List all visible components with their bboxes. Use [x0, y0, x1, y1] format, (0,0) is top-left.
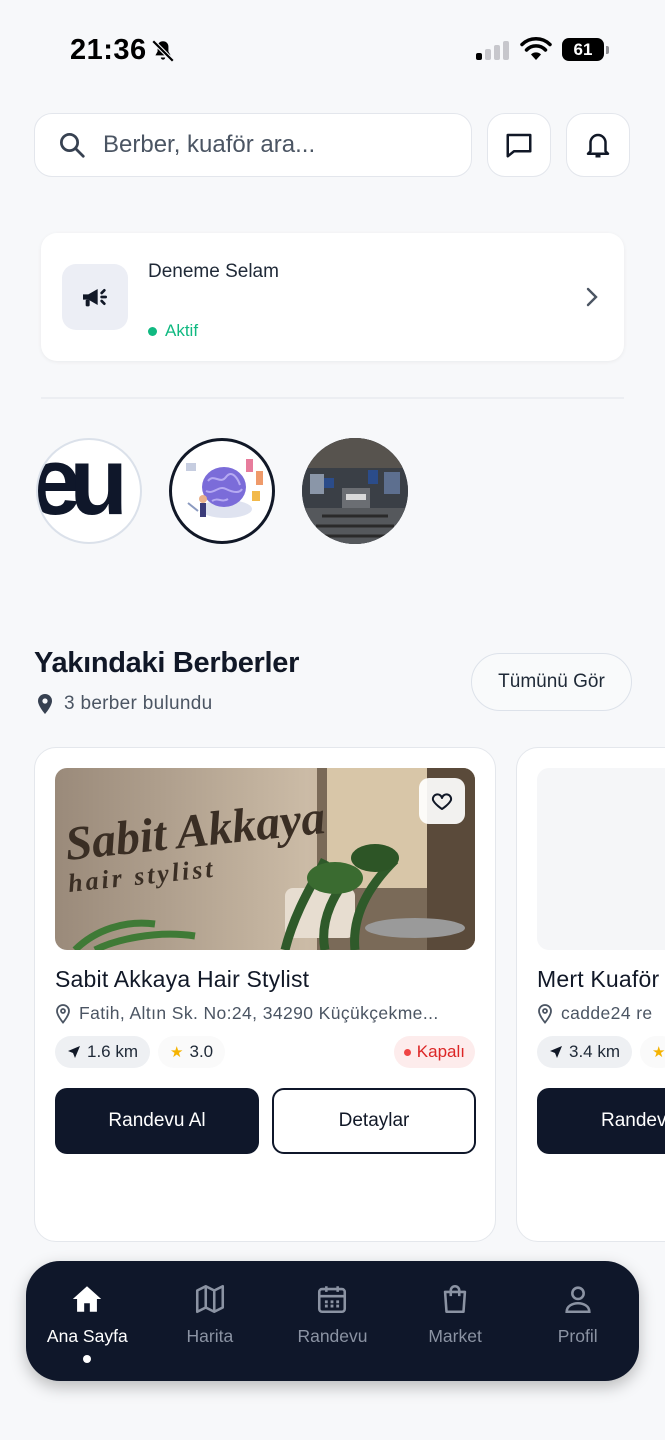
- nav-appointments[interactable]: Randevu: [271, 1261, 394, 1381]
- chat-icon: [506, 133, 532, 158]
- distance-chip: 3.4 km: [537, 1036, 633, 1068]
- notifications-button[interactable]: [566, 113, 630, 177]
- barber-photo: Sabit Akkaya hair stylist: [55, 768, 475, 950]
- nav-label: Market: [428, 1326, 482, 1346]
- user-icon: [565, 1286, 591, 1314]
- star-icon: ★: [652, 1044, 665, 1061]
- see-all-button[interactable]: Tümünü Gör: [471, 653, 632, 711]
- distance-chip: 1.6 km: [55, 1036, 151, 1068]
- search-input[interactable]: [103, 131, 433, 159]
- barber-card[interactable]: Mert Kuaför cadde24 re 3.4 km ★ Randevu: [516, 747, 665, 1242]
- svg-text:eu: eu: [38, 440, 122, 535]
- result-count: 3 berber bulundu: [64, 693, 213, 714]
- barber-address: cadde24 re: [537, 1003, 653, 1024]
- nav-label: Randevu: [297, 1326, 368, 1346]
- barber-photo-placeholder: [537, 768, 665, 950]
- status-badge: Kapalı: [393, 1036, 475, 1068]
- bell-icon: [586, 133, 610, 158]
- navigation-arrow-icon: [550, 1046, 562, 1058]
- status-text: Kapalı: [416, 1042, 465, 1061]
- star-icon: ★: [170, 1044, 184, 1061]
- barber-name: Sabit Akkaya Hair Stylist: [55, 966, 310, 992]
- barber-meta: 3.4 km ★: [537, 1036, 665, 1068]
- divider: [41, 397, 624, 399]
- location-outline-icon: [538, 1003, 552, 1024]
- nav-home[interactable]: Ana Sayfa: [26, 1261, 149, 1381]
- barber-name: Mert Kuaför: [537, 966, 660, 992]
- status-label: Aktif: [165, 321, 199, 340]
- address-text: Fatih, Altın Sk. No:24, 34290 Küçükçekme…: [79, 1003, 439, 1023]
- nav-profile[interactable]: Profil: [516, 1261, 639, 1381]
- story-avatar[interactable]: [169, 438, 275, 544]
- eu-logo: eu: [38, 440, 134, 535]
- rating-chip: ★: [640, 1036, 665, 1068]
- favorite-button[interactable]: [419, 778, 465, 824]
- announcement-title: Deneme Selam: [148, 261, 279, 282]
- nav-map[interactable]: Harita: [149, 1261, 272, 1381]
- map-icon: [195, 1284, 224, 1314]
- nav-market[interactable]: Market: [394, 1261, 517, 1381]
- bell-off-icon: [151, 39, 175, 63]
- calendar-icon: [318, 1286, 347, 1314]
- home-screen: 21:36 61 Berber, kuaför ara... Deneme Se…: [0, 0, 665, 1440]
- wifi-icon: [520, 37, 552, 60]
- location-pin-icon: [38, 694, 52, 714]
- search-box[interactable]: [34, 113, 472, 177]
- story-avatar[interactable]: eu: [36, 438, 142, 544]
- nav-label: Ana Sayfa: [46, 1326, 128, 1346]
- battery-indicator: 61: [562, 38, 609, 61]
- distance-value: 3.4 km: [569, 1042, 621, 1061]
- book-appointment-button[interactable]: Randevu: [537, 1088, 665, 1154]
- heart-icon: [431, 793, 453, 810]
- barber-address: Fatih, Altın Sk. No:24, 34290 Küçükçekme…: [55, 1003, 439, 1024]
- chevron-right-icon: [586, 287, 598, 307]
- mall-photo: [302, 438, 408, 544]
- rating-chip: ★ 3.0: [158, 1036, 226, 1068]
- messages-button[interactable]: [487, 113, 551, 177]
- rating-value: 3.0: [189, 1042, 214, 1061]
- status-dot: [403, 1048, 411, 1056]
- home-indicator-area: [0, 1400, 665, 1440]
- status-bar: 21:36 61: [0, 0, 665, 100]
- search-icon: [60, 133, 85, 158]
- section-title: Yakındaki Berberler: [34, 647, 300, 679]
- announcement-status: Aktif: [148, 321, 198, 341]
- barber-meta: 1.6 km ★ 3.0: [55, 1036, 226, 1068]
- status-time: 21:36: [70, 34, 147, 66]
- barber-card[interactable]: Sabit Akkaya hair stylist Sabit Akkaya H…: [34, 747, 496, 1242]
- nav-label: Profil: [557, 1326, 598, 1346]
- cellular-signal-icon: [476, 40, 509, 60]
- brain-illustration: [186, 459, 263, 518]
- navigation-arrow-icon: [68, 1046, 80, 1058]
- active-indicator: [83, 1355, 92, 1363]
- section-subtitle: 3 berber bulundu: [36, 693, 212, 715]
- distance-value: 1.6 km: [87, 1042, 139, 1061]
- status-dot: [148, 326, 157, 336]
- megaphone-icon: [62, 264, 128, 330]
- announcement-card[interactable]: Deneme Selam Aktif: [41, 233, 624, 361]
- location-outline-icon: [56, 1003, 70, 1024]
- home-icon: [73, 1286, 102, 1312]
- nav-label: Harita: [186, 1326, 234, 1346]
- details-button[interactable]: Detaylar: [272, 1088, 476, 1154]
- bottom-nav: Ana Sayfa Harita Randevu Market Profil: [26, 1261, 639, 1381]
- address-text: cadde24 re: [561, 1003, 653, 1023]
- shopping-bag-icon: [443, 1284, 467, 1314]
- book-appointment-button[interactable]: Randevu Al: [55, 1088, 259, 1154]
- story-avatar[interactable]: [302, 438, 408, 544]
